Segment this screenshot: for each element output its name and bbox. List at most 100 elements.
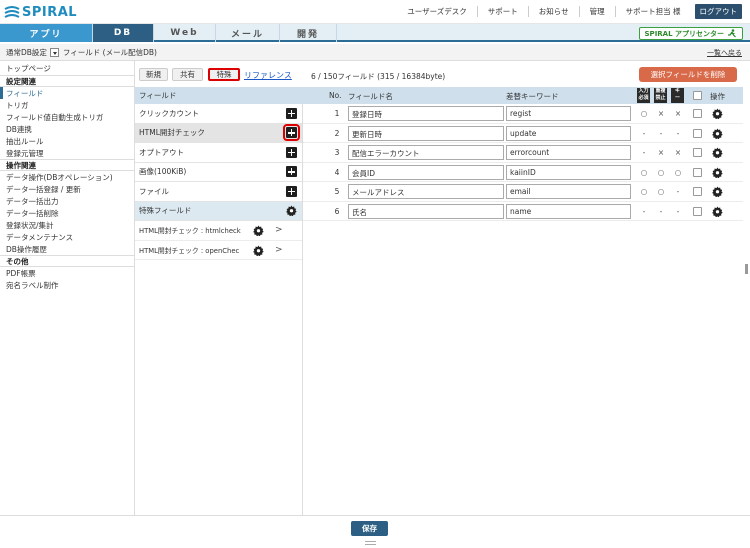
special-field-header: 特殊フィールド xyxy=(135,201,302,221)
tab-app[interactable]: アプリ xyxy=(0,24,93,42)
db-setting-dropdown[interactable] xyxy=(49,47,59,57)
field-panel: クリックカウント HTML開封チェック オプトアウト 画像(100KiB) ファ… xyxy=(135,104,303,515)
chevron-right-icon[interactable]: > xyxy=(275,245,283,255)
gear-icon[interactable] xyxy=(712,147,723,158)
sidebar-item-pdf[interactable]: PDF帳票 xyxy=(0,267,134,279)
sidebar-item-field-auto-trigger[interactable]: フィールド値自動生成トリガ xyxy=(0,111,134,123)
spiral-logo[interactable]: SPIRAL xyxy=(4,4,78,20)
key-mark: - xyxy=(676,128,680,138)
logo-text: SPIRAL xyxy=(22,4,78,20)
users-desk-link[interactable]: ユーザーズデスク xyxy=(397,6,478,17)
app-center-label: SPIRAL アプリセンター xyxy=(644,29,724,38)
tab-mail[interactable]: メール xyxy=(216,24,280,42)
gear-icon[interactable] xyxy=(712,166,723,178)
sidebar-item-extract-rule[interactable]: 抽出ルール xyxy=(0,135,134,147)
gear-cell xyxy=(712,186,723,199)
field-name-input[interactable]: 氏名 xyxy=(348,203,504,219)
gear-icon[interactable] xyxy=(712,205,723,217)
reference-link[interactable]: リファレンス xyxy=(244,70,292,81)
field-name-input[interactable]: 配信エラーカウント xyxy=(348,145,504,160)
field-type-opt-out: オプトアウト xyxy=(135,143,302,163)
sidebar-item-status[interactable]: 登録状況/集計 xyxy=(0,219,134,231)
chevron-right-icon[interactable]: > xyxy=(275,225,283,235)
field-name-input[interactable]: メールアドレス xyxy=(348,184,504,199)
gear-cell xyxy=(712,166,723,180)
duplicate-mark: - xyxy=(659,206,663,216)
tab-dev[interactable]: 開発 xyxy=(280,24,337,42)
sidebar-head-operations: 操作関連 xyxy=(0,159,134,171)
select-all-checkbox[interactable] xyxy=(693,91,702,100)
sidebar-item-bulk-register[interactable]: データ一括登録 / 更新 xyxy=(0,183,134,195)
window-scrollbar[interactable] xyxy=(745,264,748,274)
gear-icon[interactable] xyxy=(712,186,723,197)
special-tab-button[interactable]: 特殊 xyxy=(208,68,240,81)
sidebar-item-top[interactable]: トップページ xyxy=(0,61,134,75)
special-field-item[interactable]: HTML開封チェック : openChec > xyxy=(135,241,302,260)
key-mark: - xyxy=(676,187,680,196)
app-center-button[interactable]: SPIRAL アプリセンター xyxy=(638,27,743,40)
sidebar-item-trigger[interactable]: トリガ xyxy=(0,99,134,111)
gear-icon[interactable] xyxy=(712,108,723,119)
field-type-image: 画像(100KiB) xyxy=(135,163,302,182)
gear-icon[interactable] xyxy=(286,205,297,217)
admin-link[interactable]: 管理 xyxy=(580,6,616,17)
keyword-input[interactable]: name xyxy=(506,203,631,219)
sidebar-item-source-mgmt[interactable]: 登録元管理 xyxy=(0,147,134,159)
row-checkbox[interactable] xyxy=(693,128,702,138)
field-type-file: ファイル xyxy=(135,182,302,202)
special-field-item-label: HTML開封チェック : openChec xyxy=(139,246,240,255)
resize-handle[interactable] xyxy=(365,541,376,545)
logout-button[interactable]: ログアウト xyxy=(694,4,742,19)
sidebar-item-bulk-export[interactable]: データ一括出力 xyxy=(0,195,134,207)
table-row: 6 氏名 name - - - xyxy=(303,202,743,221)
row-checkbox[interactable] xyxy=(693,206,702,216)
add-icon[interactable] xyxy=(286,107,297,119)
main-nav: アプリ DB Web メール 開発 SPIRAL アプリセンター xyxy=(0,24,750,42)
sidebar-item-bulk-delete[interactable]: データ一括削除 xyxy=(0,207,134,219)
table-row: 2 更新日時 update - - - xyxy=(303,124,743,143)
share-tab-button[interactable]: 共有 xyxy=(172,68,203,81)
keyword-input[interactable]: update xyxy=(506,125,631,141)
row-checkbox[interactable] xyxy=(693,109,702,118)
sidebar-item-maintenance[interactable]: データメンテナンス xyxy=(0,231,134,243)
gear-icon-wrap xyxy=(253,244,264,258)
duplicate-mark: ○ xyxy=(657,167,665,177)
field-type-click-count: クリックカウント xyxy=(135,104,302,124)
field-table-header: No. フィールド名 差替キーワード 入力 必須 重複 禁止 キー 操作 xyxy=(303,87,743,104)
row-checkbox[interactable] xyxy=(693,187,702,196)
row-checkbox[interactable] xyxy=(693,167,702,177)
add-icon[interactable] xyxy=(286,166,297,178)
row-number: 5 xyxy=(334,187,340,196)
news-link[interactable]: お知らせ xyxy=(529,6,580,17)
gear-icon[interactable] xyxy=(253,244,264,256)
key-mark: × xyxy=(674,109,682,118)
special-field-item[interactable]: HTML開封チェック : htmlcheck > xyxy=(135,221,302,241)
sidebar-item-db-operation[interactable]: データ操作(DBオペレーション) xyxy=(0,171,134,183)
new-tab-button[interactable]: 新規 xyxy=(139,68,168,81)
field-type-label: HTML開封チェック xyxy=(139,128,205,138)
add-icon[interactable] xyxy=(283,124,300,142)
gear-icon[interactable] xyxy=(253,225,264,236)
keyword-input[interactable]: errorcount xyxy=(506,145,631,160)
sidebar-item-db-link[interactable]: DB連携 xyxy=(0,123,134,135)
delete-selected-button[interactable]: 選択フィールドを削除 xyxy=(639,67,737,82)
save-button[interactable]: 保存 xyxy=(351,521,388,536)
field-name-input[interactable]: 登録日時 xyxy=(348,106,504,121)
add-icon[interactable] xyxy=(286,185,297,197)
gear-cell xyxy=(712,205,723,219)
field-name-input[interactable]: 更新日時 xyxy=(348,125,504,141)
sidebar-item-history[interactable]: DB操作履歴 xyxy=(0,243,134,255)
support-link[interactable]: サポート xyxy=(478,6,529,17)
sidebar-item-field[interactable]: フィールド xyxy=(0,87,134,99)
tab-db[interactable]: DB xyxy=(93,24,154,42)
tab-web[interactable]: Web xyxy=(154,24,216,42)
keyword-input[interactable]: kaiinID xyxy=(506,164,631,180)
back-to-list-link[interactable]: 一覧へ戻る xyxy=(707,48,742,58)
sidebar-item-label[interactable]: 宛名ラベル制作 xyxy=(0,279,134,291)
add-icon[interactable] xyxy=(286,146,297,158)
gear-icon[interactable] xyxy=(712,127,723,139)
field-name-input[interactable]: 会員ID xyxy=(348,164,504,180)
row-checkbox[interactable] xyxy=(693,148,702,157)
keyword-input[interactable]: email xyxy=(506,184,631,199)
keyword-input[interactable]: regist xyxy=(506,106,631,121)
